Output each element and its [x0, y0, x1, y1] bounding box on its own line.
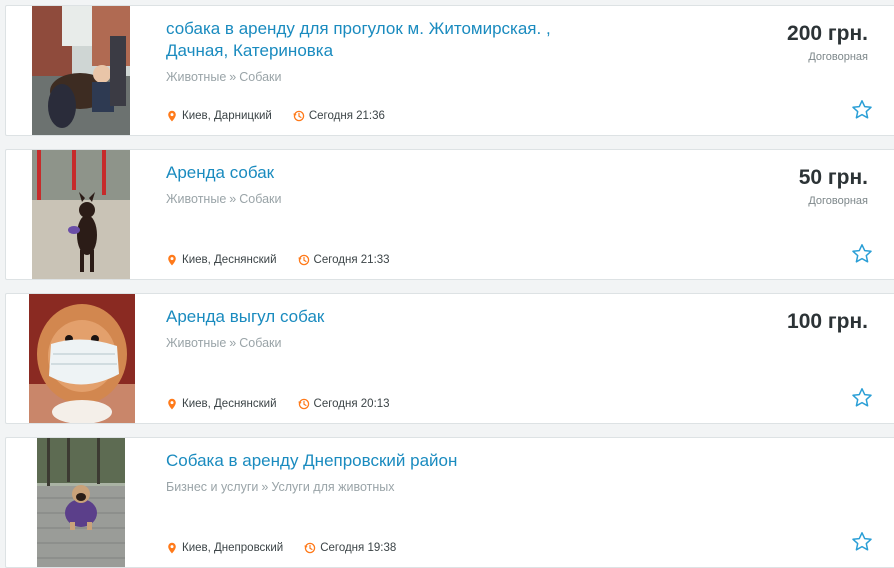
listing-title-link[interactable]: собака в аренду для прогулок м. Житомирс…	[166, 18, 596, 62]
star-outline-icon[interactable]	[851, 387, 873, 409]
category-separator: »	[229, 336, 237, 350]
listing-category-breadcrumb: Животные» Собаки	[166, 336, 282, 350]
listing-price: 50 грн.	[798, 166, 868, 189]
category-parent-link[interactable]: Бизнес и услуги	[166, 480, 258, 494]
price-negotiable-label: Договорная	[808, 51, 868, 63]
star-outline-icon[interactable]	[851, 531, 873, 553]
listing-thumbnail-link[interactable]	[12, 150, 156, 279]
listing-time: Сегодня 21:33	[313, 254, 390, 266]
clock-icon	[297, 254, 310, 266]
listing-meta: Киев, Деснянский Сегодня 20:13	[166, 398, 390, 410]
listing-location: Киев, Деснянский	[182, 254, 277, 266]
listing-location: Киев, Днепровский	[182, 542, 284, 554]
listing-location: Киев, Дарницкий	[182, 110, 272, 122]
listing-card: собака в аренду для прогулок м. Житомирс…	[5, 5, 894, 136]
price-negotiable-label: Договорная	[808, 195, 868, 207]
map-pin-icon	[166, 542, 178, 554]
category-parent-link[interactable]: Животные	[166, 70, 226, 84]
listing-results: собака в аренду для прогулок м. Житомирс…	[0, 0, 894, 568]
clock-icon	[297, 398, 310, 410]
listing-photo-pomeranian-mask[interactable]	[29, 294, 135, 423]
listing-price: 200 грн.	[787, 22, 868, 45]
listing-category-breadcrumb: Животные» Собаки	[166, 70, 282, 84]
category-child-link[interactable]: Услуги для животных	[271, 480, 394, 494]
map-pin-icon	[166, 398, 178, 410]
listing-price: 100 грн.	[787, 310, 868, 333]
listing-category-breadcrumb: Бизнес и услуги» Услуги для животных	[166, 480, 395, 494]
listing-title-link[interactable]: Аренда собак	[166, 162, 596, 184]
category-parent-link[interactable]: Животные	[166, 192, 226, 206]
listing-time: Сегодня 19:38	[320, 542, 397, 554]
map-pin-icon	[166, 110, 178, 122]
category-separator: »	[229, 70, 237, 84]
category-child-link[interactable]: Собаки	[239, 70, 281, 84]
listing-photo-dog-with-kids[interactable]	[32, 6, 130, 135]
listing-card: Аренда выгул собак Животные» Собаки Киев,…	[5, 293, 894, 424]
star-outline-icon[interactable]	[851, 243, 873, 265]
listing-card: Аренда собак Животные» Собаки Киев, Десня…	[5, 149, 894, 280]
category-child-link[interactable]: Собаки	[239, 192, 281, 206]
category-parent-link[interactable]: Животные	[166, 336, 226, 350]
listing-title-link[interactable]: Собака в аренду Днепровский район	[166, 450, 596, 472]
listing-meta: Киев, Днепровский Сегодня 19:38	[166, 542, 396, 554]
listing-meta: Киев, Деснянский Сегодня 21:33	[166, 254, 390, 266]
listing-thumbnail-link[interactable]	[12, 294, 156, 423]
map-pin-icon	[166, 254, 178, 266]
listing-photo-doberman-puppy[interactable]	[32, 150, 130, 279]
listing-category-breadcrumb: Животные» Собаки	[166, 192, 282, 206]
listing-time: Сегодня 21:36	[308, 110, 385, 122]
category-separator: »	[229, 192, 237, 206]
listing-thumbnail-link[interactable]	[12, 438, 156, 567]
listing-thumbnail-link[interactable]	[12, 6, 156, 135]
listing-title-link[interactable]: Аренда выгул собак	[166, 306, 596, 328]
listing-location: Киев, Деснянский	[182, 398, 277, 410]
category-child-link[interactable]: Собаки	[239, 336, 281, 350]
listing-meta: Киев, Дарницкий Сегодня 21:36	[166, 110, 385, 122]
listing-photo-pug-in-park[interactable]	[37, 438, 125, 567]
category-separator: »	[261, 480, 269, 494]
clock-icon	[293, 110, 305, 122]
listing-card: Собака в аренду Днепровский район Бизнес…	[5, 437, 894, 568]
clock-icon	[304, 542, 316, 554]
listing-time: Сегодня 20:13	[313, 398, 390, 410]
star-outline-icon[interactable]	[851, 99, 873, 121]
